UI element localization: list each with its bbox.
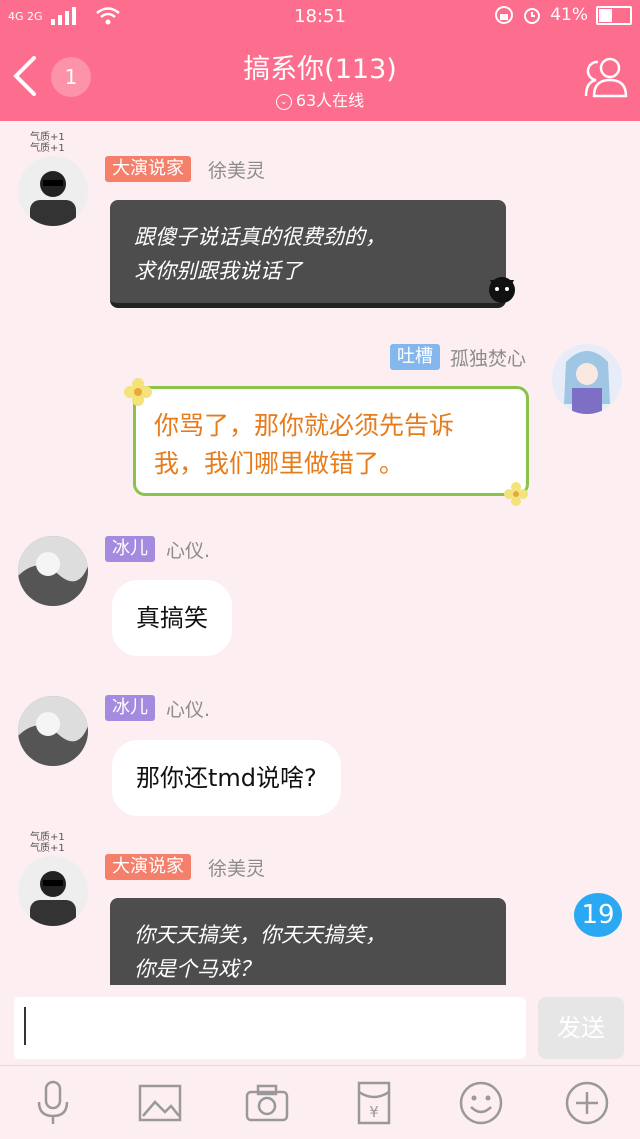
flower-icon [124,378,152,406]
avatar-image [552,344,622,414]
message-text-line: 你骂了，那你就必须先告诉 [154,411,455,440]
alarm-icon [524,8,541,24]
camera-icon[interactable] [244,1080,290,1126]
lock-icon [495,6,514,24]
battery-icon [596,5,632,25]
avatar[interactable] [18,856,88,926]
image-icon[interactable] [137,1080,183,1126]
new-messages-badge[interactable]: 19 [574,893,622,937]
page-title: 搞系你(113) [243,54,397,85]
message-bubble[interactable]: 你骂了，那你就必须先告诉 我，我们哪里做错了。 [133,386,529,496]
message-bubble[interactable]: 那你还tmd说啥? [112,740,341,816]
sender-name[interactable]: 心仪. [166,536,210,563]
avatar-image [18,156,88,226]
avatar[interactable] [18,156,88,226]
sender-name[interactable]: 心仪. [166,695,210,722]
message-input[interactable] [14,997,526,1059]
mic-icon[interactable] [30,1080,76,1126]
send-button[interactable]: 发送 [538,997,624,1059]
red-packet-icon[interactable]: ¥ [351,1080,397,1126]
message-text-line: 求你别跟我说话了 [134,259,302,283]
message-text-line: 你天天搞笑，你天天搞笑， [134,923,386,947]
message-text-line: 跟傻子说话真的很费劲的， [134,225,386,249]
avatar-image [18,856,88,926]
text-cursor [24,1007,26,1045]
flower-icon [504,482,528,506]
avatar-caption: 气质+1 气质+1 [30,832,65,854]
toolbar: ¥ [0,1065,640,1139]
status-bar: 4G 2G 18:51 41% [0,0,640,34]
avatar-image [18,536,88,606]
message-bubble[interactable]: 跟傻子说话真的很费劲的， 求你别跟我说话了 [110,200,506,308]
user-title-badge: 冰儿 [105,695,155,721]
user-title-badge: 吐槽 [390,344,440,370]
group-members-icon[interactable] [582,52,630,100]
message-text-line: 你是个马戏？ [134,957,260,981]
avatar-image [18,696,88,766]
message-text-line: 我，我们哪里做错了。 [154,449,405,478]
sender-name[interactable]: 徐美灵 [208,854,265,881]
battery-percent: 41% [550,5,588,25]
chat-header: 4G 2G 18:51 41% 1 搞系你(113) ⌄ 63人在线 [0,0,640,121]
battery-fill [599,8,613,22]
svg-text:¥: ¥ [369,1103,379,1121]
status-right: 41% [494,5,632,25]
sender-name[interactable]: 孤独焚心 [450,344,526,371]
user-title-badge: 大演说家 [105,156,191,182]
message-bubble[interactable]: 真搞笑 [112,580,232,656]
plus-icon[interactable] [564,1080,610,1126]
avatar[interactable] [18,536,88,606]
avatar[interactable] [18,696,88,766]
user-title-badge: 大演说家 [105,854,191,880]
avatar[interactable] [552,344,622,414]
user-title-badge: 冰儿 [105,536,155,562]
online-count[interactable]: ⌄ 63人在线 [0,87,640,111]
sender-name[interactable]: 徐美灵 [208,156,265,183]
avatar-caption: 气质+1 气质+1 [30,132,65,154]
composer: 发送 [0,985,640,1065]
cat-sticker-icon [489,277,515,303]
chevron-down-icon: ⌄ [275,93,292,110]
emoji-icon[interactable] [458,1080,504,1126]
